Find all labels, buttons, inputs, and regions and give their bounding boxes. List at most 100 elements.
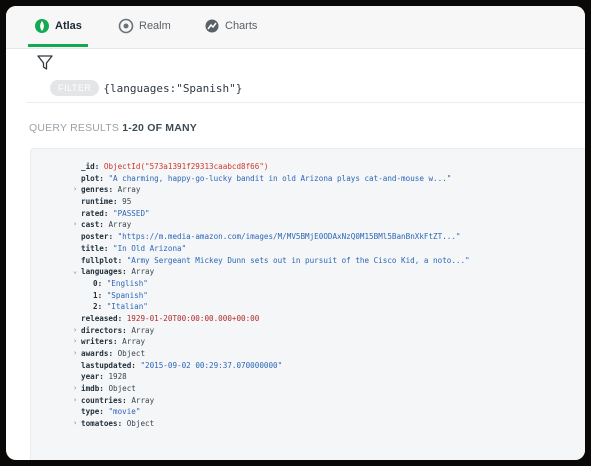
field-colon: : [94,162,104,171]
document-field[interactable]: › awards: Object [73,348,470,360]
realm-icon [118,18,134,34]
field-colon: : [122,325,132,335]
caret-right-icon[interactable]: › [73,325,79,337]
field-key: imdb [81,384,100,394]
field-key: _id [81,162,95,171]
field-key: tomatoes [81,419,118,429]
document-field: _id: ObjectId("573a1391f29313caabcd8f66"… [81,161,470,173]
field-value: Array [131,267,155,277]
field-key: released [81,313,118,323]
document-card: _id: ObjectId("573a1391f29313caabcd8f66"… [30,148,585,460]
field-key: rated [81,208,104,218]
field-value: "Spanish" [106,290,148,300]
filter-bar[interactable]: FILTER {languages:"Spanish"} [26,74,585,103]
filter-input[interactable]: {languages:"Spanish"} [103,82,242,95]
caret-right-icon[interactable]: › [73,395,79,407]
field-colon: : [97,290,107,300]
document-field: title: "In Old Arizona" [81,243,470,255]
field-colon: : [113,197,123,207]
query-results-header: QUERY RESULTS 1-20 OF MANY [29,122,197,134]
field-value: Array [108,220,132,230]
field-colon: : [103,208,114,218]
document-field: released: 1929-01-20T00:00:00.000+00:00 [81,313,470,325]
document-field[interactable]: › countries: Array [73,395,470,407]
document-field: plot: "A charming, happy-go-lucky bandit… [81,173,470,185]
document-field: 2: "Italian" [81,301,470,313]
document-field[interactable]: ⌄ languages: Array [73,266,470,278]
field-colon: : [113,337,123,347]
field-value: Object [126,419,155,429]
field-value: Object [108,384,136,394]
field-value: "https://m.media-amazon.com/images/M/MV5… [117,232,461,242]
field-colon: : [122,267,132,277]
document-field[interactable]: › writers: Array [73,336,470,348]
document-field: 1: "Spanish" [81,290,470,302]
query-results-label: QUERY RESULTS [29,122,120,134]
caret-right-icon[interactable]: › [73,336,79,348]
field-value: "Army Sergeant Mickey Dunn sets out in p… [126,255,470,265]
field-key: runtime [81,197,114,207]
filter-pill: FILTER [50,80,100,96]
field-colon: : [97,302,107,312]
field-key: year [81,372,100,382]
field-value: "Italian" [106,302,148,312]
document-field[interactable]: › cast: Array [73,219,470,231]
field-value: "movie" [108,407,141,417]
field-value: "In Old Arizona" [113,243,187,253]
caret-right-icon[interactable]: › [73,184,79,196]
field-key: directors [81,325,123,335]
field-key: languages [81,267,123,277]
document-field: poster: "https://m.media-amazon.com/imag… [81,231,470,243]
field-key: lastupdated [81,360,132,370]
field-value: "2015-09-02 00:29:37.070000000" [140,360,283,370]
field-key: awards [81,349,109,358]
caret-right-icon[interactable]: › [73,219,79,231]
tab-realm[interactable]: Realm [118,6,171,46]
atlas-leaf-icon [35,19,49,33]
charts-icon [205,19,219,33]
field-value: 1928 [108,372,127,382]
field-value: 1929-01-20T00:00:00.000+00:00 [126,313,260,323]
field-colon: : [103,243,114,253]
caret-right-icon[interactable]: › [73,383,79,395]
field-value: "PASSED" [113,208,150,218]
field-colon: : [117,313,127,323]
document-field: fullplot: "Army Sergeant Mickey Dunn set… [81,255,470,267]
tab-charts-label: Charts [225,20,258,32]
document-fields: _id: ObjectId("573a1391f29313caabcd8f66"… [73,161,470,430]
field-key: poster [81,232,109,242]
field-value: Array [131,325,155,335]
document-field[interactable]: › imdb: Object [73,383,470,395]
caret-right-icon[interactable]: › [73,418,79,430]
product-tabs: Atlas Realm Charts [6,6,585,49]
field-colon: : [117,419,127,429]
document-field: type: "movie" [81,406,470,418]
tab-atlas-label: Atlas [55,20,82,32]
filter-funnel-icon[interactable] [36,54,54,72]
field-value: Object [117,349,146,358]
document-field: 0: "English" [81,278,470,290]
document-field[interactable]: › directors: Array [73,325,470,337]
tab-atlas[interactable]: Atlas [28,6,88,47]
field-key: writers [81,337,114,347]
document-field: year: 1928 [81,371,470,383]
field-colon: : [122,395,132,405]
document-field: lastupdated: "2015-09-02 00:29:37.070000… [81,360,470,372]
field-value: ObjectId("573a1391f29313caabcd8f66") [103,162,269,171]
document-field[interactable]: › tomatoes: Object [73,418,470,430]
field-key: countries [81,395,123,405]
field-key: genres [81,185,109,195]
field-colon: : [108,185,118,195]
field-value: Array [131,395,155,405]
field-colon: : [108,232,118,242]
field-value: 95 [122,197,132,207]
field-value: "English" [106,278,148,288]
document-field: rated: "PASSED" [81,208,470,220]
app-window: Atlas Realm Charts FILTER {languages:"Sp… [6,6,585,460]
tab-realm-label: Realm [139,20,171,32]
field-key: plot [81,173,100,183]
tab-charts[interactable]: Charts [204,6,257,46]
document-field[interactable]: › genres: Array [73,184,470,196]
caret-down-icon[interactable]: ⌄ [73,266,79,278]
caret-right-icon[interactable]: › [73,348,79,360]
